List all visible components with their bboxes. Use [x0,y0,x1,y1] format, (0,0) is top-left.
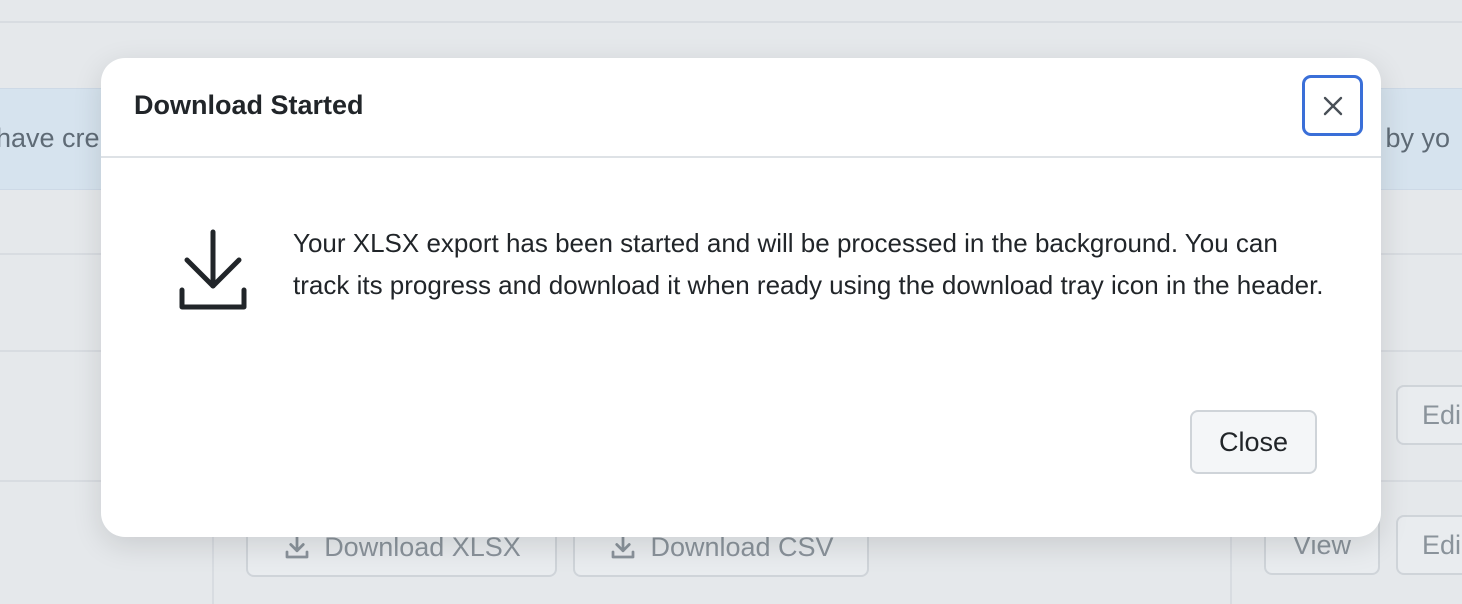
divider [0,21,1462,23]
info-banner-text-left: have cre [0,123,100,153]
edit-button-label: Edi [1422,399,1462,430]
close-icon [1323,96,1342,115]
edit-button[interactable]: Edi [1396,385,1462,445]
modal-body: Your XLSX export has been started and wi… [101,158,1381,398]
modal-title: Download Started [134,90,364,120]
edit-button-label: Edi [1422,529,1462,560]
modal-header: Download Started [101,58,1381,158]
close-button-label: Close [1218,426,1289,457]
edit-button[interactable]: Edi [1396,515,1462,575]
close-button[interactable]: Close [1190,410,1317,474]
download-icon [179,229,247,310]
modal-close-x-button[interactable] [1302,75,1363,136]
modal-message: Your XLSX export has been started and wi… [293,228,1324,300]
download-started-modal: Download Started Your XLSX export has be… [101,58,1381,537]
info-banner-text-right: l by yo [1372,123,1451,153]
